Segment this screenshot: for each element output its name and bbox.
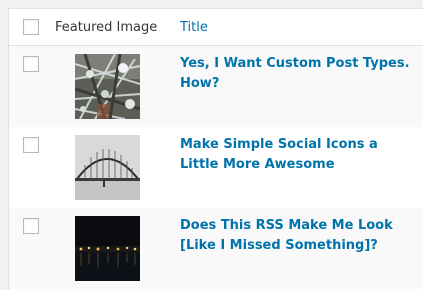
table-header: Featured Image Title — [9, 9, 423, 46]
featured-image-thumbnail[interactable] — [75, 216, 140, 281]
row-checkbox[interactable] — [23, 218, 39, 234]
column-header-title[interactable]: Title — [180, 19, 208, 37]
table-row: Does This RSS Make Me Look [Like I Misse… — [9, 208, 423, 289]
snowy-pine-branches-image — [75, 54, 140, 119]
featured-image-thumbnail[interactable] — [75, 54, 140, 119]
select-all-checkbox[interactable] — [23, 19, 39, 35]
table-row: Yes, I Want Custom Post Types. How? — [9, 46, 423, 127]
featured-image-thumbnail[interactable] — [75, 135, 140, 200]
post-title-link[interactable]: Make Simple Social Icons a Little More A… — [180, 135, 420, 175]
posts-list-table: Featured Image Title Yes, I Want Custom … — [8, 8, 423, 290]
table-row: Make Simple Social Icons a Little More A… — [9, 127, 423, 208]
column-header-featured-image: Featured Image — [55, 20, 158, 35]
bridge-arch-image — [75, 135, 140, 200]
row-checkbox[interactable] — [23, 137, 39, 153]
night-river-lights-image — [75, 216, 140, 281]
post-title-link[interactable]: Yes, I Want Custom Post Types. How? — [180, 54, 420, 94]
row-checkbox[interactable] — [23, 56, 39, 72]
post-title-link[interactable]: Does This RSS Make Me Look [Like I Misse… — [180, 216, 420, 256]
